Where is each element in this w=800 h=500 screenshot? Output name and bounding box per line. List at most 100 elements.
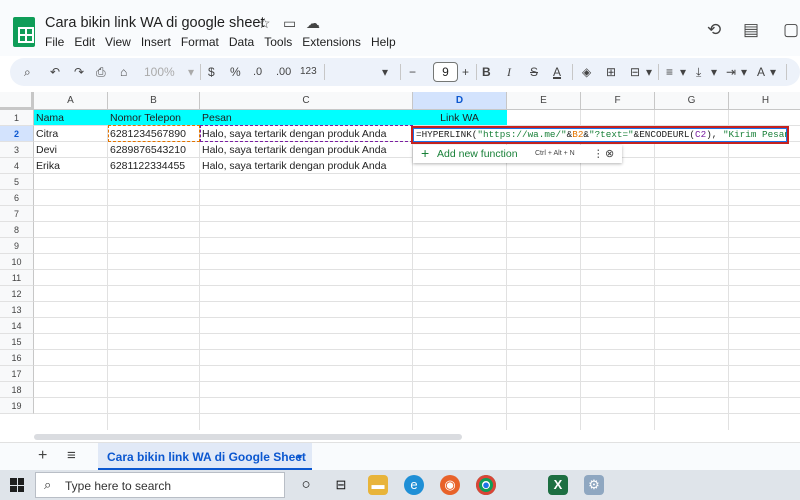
meet-icon[interactable]: ▢ bbox=[783, 20, 799, 40]
cell-a2[interactable]: Citra bbox=[34, 126, 107, 142]
all-sheets-icon[interactable]: ≡ bbox=[67, 447, 76, 464]
cell-a4[interactable]: Erika bbox=[34, 158, 107, 174]
row-header-4[interactable]: 4 bbox=[0, 158, 34, 174]
column-header-h[interactable]: H bbox=[729, 92, 800, 110]
sheet-tab-dropdown-icon[interactable]: ▼ bbox=[295, 443, 304, 471]
more-options-icon[interactable]: ⋮ bbox=[593, 145, 604, 163]
decrease-font-size-button[interactable]: − bbox=[409, 63, 416, 81]
edge-icon[interactable]: e bbox=[404, 475, 424, 495]
menu-insert[interactable]: Insert bbox=[141, 35, 171, 49]
column-header-f[interactable]: F bbox=[581, 92, 655, 110]
menu-extensions[interactable]: Extensions bbox=[302, 35, 361, 49]
cloud-saved-icon[interactable]: ☁ bbox=[306, 15, 320, 32]
row-header-16[interactable]: 16 bbox=[0, 350, 34, 366]
increase-font-size-button[interactable]: + bbox=[462, 63, 469, 81]
row-header-5[interactable]: 5 bbox=[0, 174, 34, 190]
close-icon[interactable]: ⊗ bbox=[605, 145, 614, 163]
text-wrapping-icon[interactable]: ⇥ bbox=[726, 63, 736, 81]
row-header-15[interactable]: 15 bbox=[0, 334, 34, 350]
excel-icon[interactable]: X bbox=[548, 475, 568, 495]
row-header-13[interactable]: 13 bbox=[0, 302, 34, 318]
file-explorer-icon[interactable]: ▬ bbox=[368, 475, 388, 495]
font-dropdown-icon[interactable]: ▾ bbox=[382, 63, 388, 81]
search-menus-icon[interactable]: ⌕ bbox=[24, 63, 31, 81]
task-view-icon[interactable]: ⊟ bbox=[331, 475, 351, 495]
currency-format-button[interactable]: $ bbox=[208, 63, 215, 81]
zoom-dropdown-icon[interactable]: ▾ bbox=[188, 63, 194, 81]
row-header-19[interactable]: 19 bbox=[0, 398, 34, 414]
cell-c4[interactable]: Halo, saya tertarik dengan produk Anda bbox=[200, 158, 412, 174]
halign-dropdown-icon[interactable]: ▾ bbox=[680, 63, 686, 81]
increase-decimal-button[interactable]: .00 bbox=[276, 63, 291, 81]
add-sheet-icon[interactable]: + bbox=[38, 447, 47, 465]
cortana-icon[interactable]: ○ bbox=[296, 475, 316, 495]
row-header-17[interactable]: 17 bbox=[0, 366, 34, 382]
percent-format-button[interactable]: % bbox=[230, 63, 241, 81]
cell-b1[interactable]: Nomor Telepon bbox=[108, 110, 199, 126]
text-rotation-icon[interactable]: A bbox=[757, 63, 765, 81]
column-header-b[interactable]: B bbox=[108, 92, 200, 110]
row-header-9[interactable]: 9 bbox=[0, 238, 34, 254]
firefox-icon[interactable]: ◉ bbox=[440, 475, 460, 495]
column-header-d[interactable]: D bbox=[413, 92, 507, 110]
menu-view[interactable]: View bbox=[105, 35, 131, 49]
wrap-dropdown-icon[interactable]: ▾ bbox=[741, 63, 747, 81]
menu-data[interactable]: Data bbox=[229, 35, 254, 49]
rotation-dropdown-icon[interactable]: ▾ bbox=[770, 63, 776, 81]
font-size-input[interactable]: 9 bbox=[433, 62, 458, 82]
taskbar-search-box[interactable]: ⌕ Type here to search bbox=[35, 472, 285, 498]
cell-b4[interactable]: 6281122334455 bbox=[108, 158, 199, 174]
cell-d2-formula-editor[interactable]: =HYPERLINK("https://wa.me/"&B2&"?text="&… bbox=[411, 126, 789, 144]
row-header-1[interactable]: 1 bbox=[0, 110, 34, 126]
merge-cells-icon[interactable]: ⊟ bbox=[630, 63, 640, 81]
row-header-11[interactable]: 11 bbox=[0, 270, 34, 286]
cell-d1[interactable]: Link WA bbox=[413, 110, 506, 126]
zoom-select[interactable]: 100% bbox=[144, 63, 175, 81]
menu-help[interactable]: Help bbox=[371, 35, 396, 49]
bold-button[interactable]: B bbox=[482, 63, 491, 81]
column-header-g[interactable]: G bbox=[655, 92, 729, 110]
sheet-tab-active[interactable]: Cara bikin link WA di Google Sheet ▼ bbox=[98, 443, 312, 471]
star-icon[interactable]: ☆ bbox=[258, 15, 271, 32]
menu-format[interactable]: Format bbox=[181, 35, 219, 49]
more-formats-button[interactable]: 123 bbox=[300, 63, 317, 81]
app-settings-icon[interactable]: ⚙ bbox=[584, 475, 604, 495]
italic-button[interactable]: I bbox=[507, 63, 511, 81]
select-all-corner[interactable] bbox=[0, 92, 34, 110]
cell-a3[interactable]: Devi bbox=[34, 142, 107, 158]
row-header-6[interactable]: 6 bbox=[0, 190, 34, 206]
menu-file[interactable]: File bbox=[45, 35, 64, 49]
document-title[interactable]: Cara bikin link WA di google sheet bbox=[45, 15, 265, 31]
function-suggestion-popup[interactable]: + Add new function Ctrl + Alt + N ⋮ ⊗ bbox=[413, 145, 622, 163]
menu-edit[interactable]: Edit bbox=[74, 35, 95, 49]
sheets-logo-icon[interactable] bbox=[13, 17, 35, 47]
column-header-c[interactable]: C bbox=[200, 92, 413, 110]
horizontal-scrollbar[interactable] bbox=[34, 434, 462, 440]
column-header-e[interactable]: E bbox=[507, 92, 581, 110]
row-header-7[interactable]: 7 bbox=[0, 206, 34, 222]
text-color-button[interactable]: A bbox=[553, 63, 561, 81]
row-header-10[interactable]: 10 bbox=[0, 254, 34, 270]
redo-icon[interactable]: ↷ bbox=[74, 63, 84, 81]
row-header-8[interactable]: 8 bbox=[0, 222, 34, 238]
row-header-14[interactable]: 14 bbox=[0, 318, 34, 334]
comments-icon[interactable]: ▤ bbox=[743, 20, 759, 40]
row-header-2[interactable]: 2 bbox=[0, 126, 34, 142]
decrease-decimal-button[interactable]: .0 bbox=[253, 63, 262, 81]
row-header-3[interactable]: 3 bbox=[0, 142, 34, 158]
column-header-a[interactable]: A bbox=[34, 92, 108, 110]
chrome-icon[interactable]: ● bbox=[476, 475, 496, 495]
fill-color-icon[interactable]: ◈ bbox=[582, 63, 591, 81]
print-icon[interactable]: ⎙ bbox=[96, 63, 106, 81]
cell-a1[interactable]: Nama bbox=[34, 110, 107, 126]
cell-b3[interactable]: 6289876543210 bbox=[108, 142, 199, 158]
merge-dropdown-icon[interactable]: ▾ bbox=[646, 63, 652, 81]
row-header-18[interactable]: 18 bbox=[0, 382, 34, 398]
borders-icon[interactable]: ⊞ bbox=[606, 63, 616, 81]
row-header-12[interactable]: 12 bbox=[0, 286, 34, 302]
move-folder-icon[interactable]: ▭ bbox=[283, 15, 296, 32]
valign-dropdown-icon[interactable]: ▾ bbox=[711, 63, 717, 81]
add-new-function-label[interactable]: Add new function bbox=[437, 145, 518, 163]
strikethrough-button[interactable]: S bbox=[530, 63, 538, 81]
horizontal-align-icon[interactable]: ≡ bbox=[666, 63, 673, 81]
